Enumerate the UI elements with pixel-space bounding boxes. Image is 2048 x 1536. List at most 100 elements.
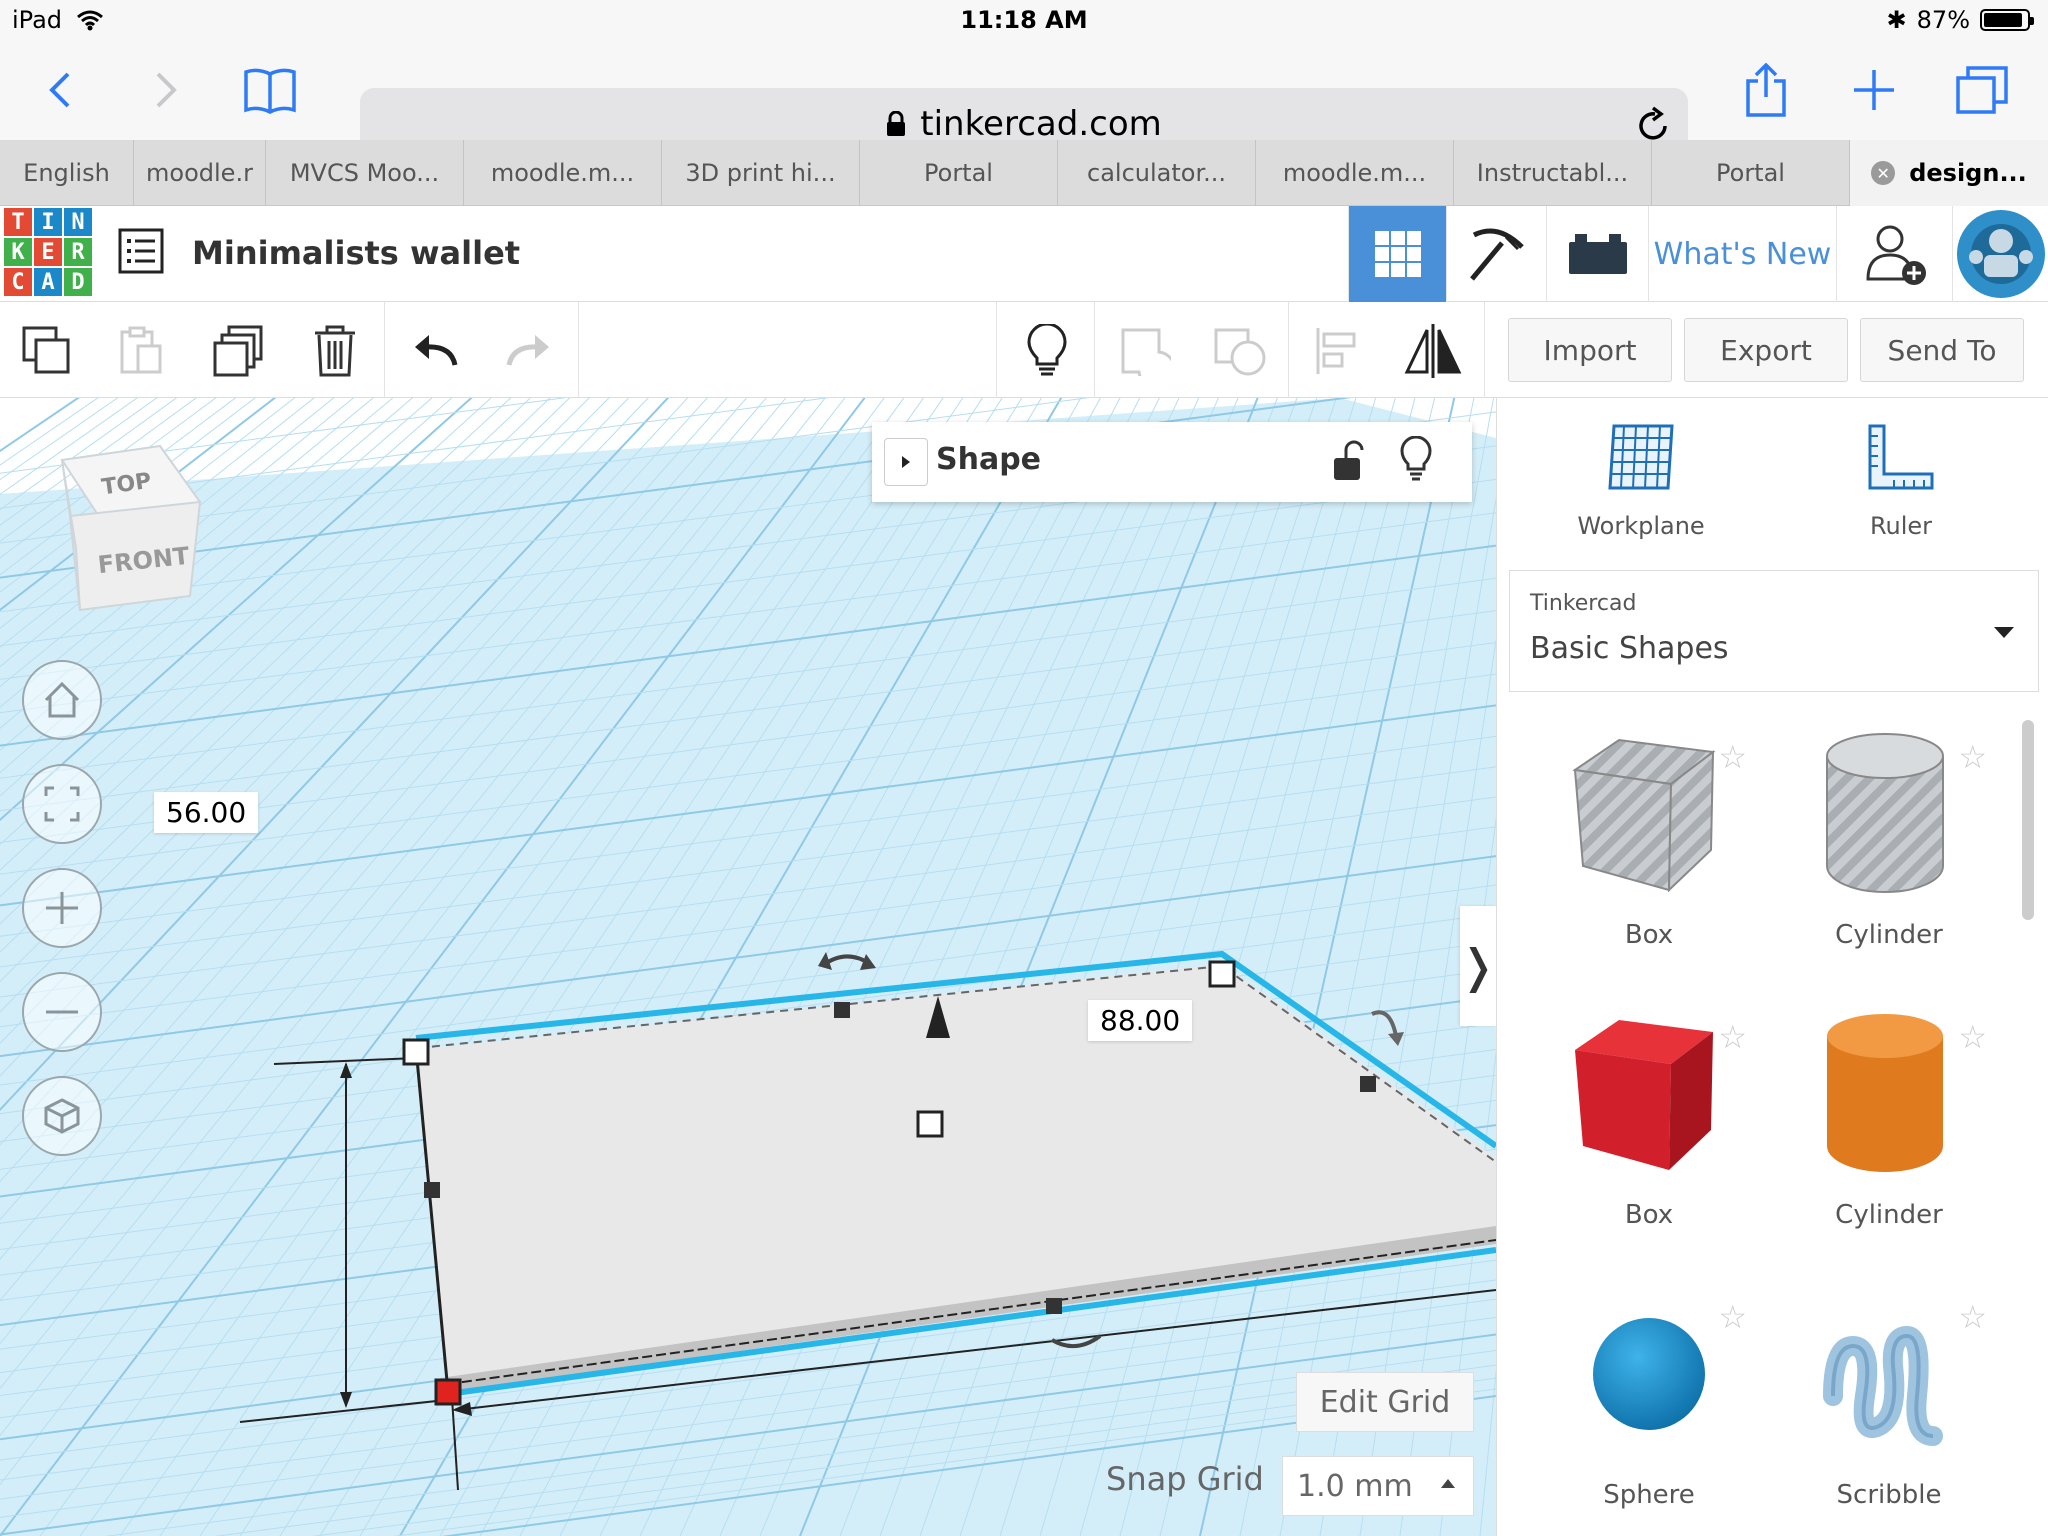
shape-box[interactable]: ☆ Box [1529,996,1769,1256]
send-to-button[interactable]: Send To [1860,318,2024,382]
export-button[interactable]: Export [1684,318,1848,382]
shape-scribble[interactable]: ☆ Scribble [1769,1276,2009,1536]
import-button[interactable]: Import [1508,318,1672,382]
shape-cylinder-hole[interactable]: ☆ Cylinder [1769,716,2009,976]
scribble-icon [1823,1325,1943,1446]
tab-portal-1[interactable]: Portal [860,140,1058,206]
design-title[interactable]: Minimalists wallet [192,234,520,272]
tab-calculator[interactable]: calculator... [1058,140,1256,206]
ruler-icon [1868,424,1934,490]
design-menu-button[interactable] [118,228,164,278]
workplane-grid[interactable]: TOP FRONT [0,398,1496,1536]
favorite-star-icon[interactable]: ☆ [1958,738,1987,776]
lock-shape-button[interactable] [1332,440,1364,486]
tab-design-active[interactable]: ✕ design... [1850,140,2048,206]
sphere-icon [1593,1318,1705,1430]
favorite-star-icon[interactable]: ☆ [1718,1018,1747,1056]
undo-button[interactable] [400,316,470,386]
book-icon [244,68,296,114]
user-avatar[interactable] [1952,206,2048,302]
workplane-canvas[interactable]: TOP FRONT 56.00 88.00 Edit Grid Snap Gri… [0,398,1496,1536]
invite-user-button[interactable] [1836,206,1952,302]
plus-icon [1854,70,1894,110]
favorite-star-icon[interactable]: ☆ [1718,1298,1747,1336]
height-dimension-label[interactable]: 56.00 [154,792,259,833]
paste-button[interactable] [106,316,176,386]
panel-scrollbar[interactable] [2022,720,2034,920]
tab-portal-2[interactable]: Portal [1652,140,1850,206]
logo-letter: K [4,238,32,266]
ungroup-button[interactable] [1206,316,1276,386]
box-icon [1575,1020,1713,1170]
shapes-panel: Workplane Ruler Tinkercad Basic Shapes ☆… [1496,398,2048,1536]
group-button[interactable] [1110,316,1180,386]
tab-english[interactable]: English [0,140,134,206]
logo-letter: C [4,268,32,296]
width-dimension-label[interactable]: 88.00 [1088,1000,1193,1041]
tabs-overview-button[interactable] [1942,54,2022,126]
new-tab-button[interactable] [1834,54,1914,126]
collapse-panel-button[interactable]: ❭ [1459,906,1497,1026]
reload-icon [1639,106,1667,140]
tab-moodle-3[interactable]: moodle.m... [1256,140,1454,206]
undo-icon [415,335,458,366]
shape-cylinder[interactable]: ☆ Cylinder [1769,996,2009,1256]
ortho-view-button[interactable] [22,1076,102,1156]
bookmarks-button[interactable] [230,54,310,126]
logo-letter: D [64,268,92,296]
duplicate-button[interactable] [204,316,274,386]
workplane-tool[interactable]: Workplane [1541,422,1741,540]
chevron-right-icon [156,72,177,108]
shape-box-hole[interactable]: ☆ Box [1529,716,1769,976]
show-all-button[interactable] [1012,316,1082,386]
box-hole-icon [1572,738,1716,893]
bricks-button[interactable] [1546,206,1648,302]
expand-inspector-button[interactable] [884,438,928,486]
tab-moodle-1[interactable]: moodle.r [134,140,266,206]
copy-button[interactable] [12,316,82,386]
tab-mvcs-moodle[interactable]: MVCS Moo... [266,140,464,206]
lightbulb-icon [1027,324,1067,376]
lock-icon [887,111,906,136]
url-text: tinkercad.com [920,104,1162,144]
snap-grid-select[interactable]: 1.0 mm [1282,1456,1474,1516]
zoom-in-button[interactable] [22,868,102,948]
home-view-button[interactable] [22,660,102,740]
tab-3d-print[interactable]: 3D print hi... [662,140,860,206]
tinkercad-logo[interactable]: TIN KER CAD [4,208,92,296]
fit-icon [44,786,80,822]
forward-button[interactable] [126,54,206,126]
back-button[interactable] [20,54,100,126]
tab-instructables[interactable]: Instructabl... [1454,140,1652,206]
copy-icon [22,326,70,374]
favorite-star-icon[interactable]: ☆ [1718,738,1747,776]
align-button[interactable] [1302,316,1372,386]
blocks-build-button[interactable] [1446,206,1546,302]
whats-new-button[interactable]: What's New [1648,206,1836,302]
favorite-star-icon[interactable]: ☆ [1958,1018,1987,1056]
close-tab-icon[interactable]: ✕ [1871,161,1896,185]
zoom-out-button[interactable] [22,972,102,1052]
avatar-icon [1956,210,2045,298]
shape-library-select[interactable]: Tinkercad Basic Shapes [1509,570,2039,692]
logo-letter: R [64,238,92,266]
logo-letter: A [34,268,62,296]
tab-moodle-2[interactable]: moodle.m... [464,140,662,206]
mirror-button[interactable] [1398,316,1468,386]
3d-view-button[interactable] [1348,206,1446,302]
shape-sphere[interactable]: ☆ Sphere [1529,1276,1769,1536]
favorite-star-icon[interactable]: ☆ [1958,1298,1987,1336]
redo-button[interactable] [494,316,564,386]
minus-icon [46,1010,78,1014]
edit-grid-button[interactable]: Edit Grid [1296,1372,1474,1432]
delete-button[interactable] [300,316,370,386]
tabs-icon [1956,66,2008,114]
hide-shape-button[interactable] [1400,435,1432,486]
fit-view-button[interactable] [22,764,102,844]
share-button[interactable] [1726,54,1806,126]
ruler-tool[interactable]: Ruler [1801,422,2001,540]
browser-toolbar: tinkercad.com [0,40,2048,160]
share-icon [1746,63,1786,117]
trash-icon [315,325,355,377]
logo-letter: I [34,208,62,236]
